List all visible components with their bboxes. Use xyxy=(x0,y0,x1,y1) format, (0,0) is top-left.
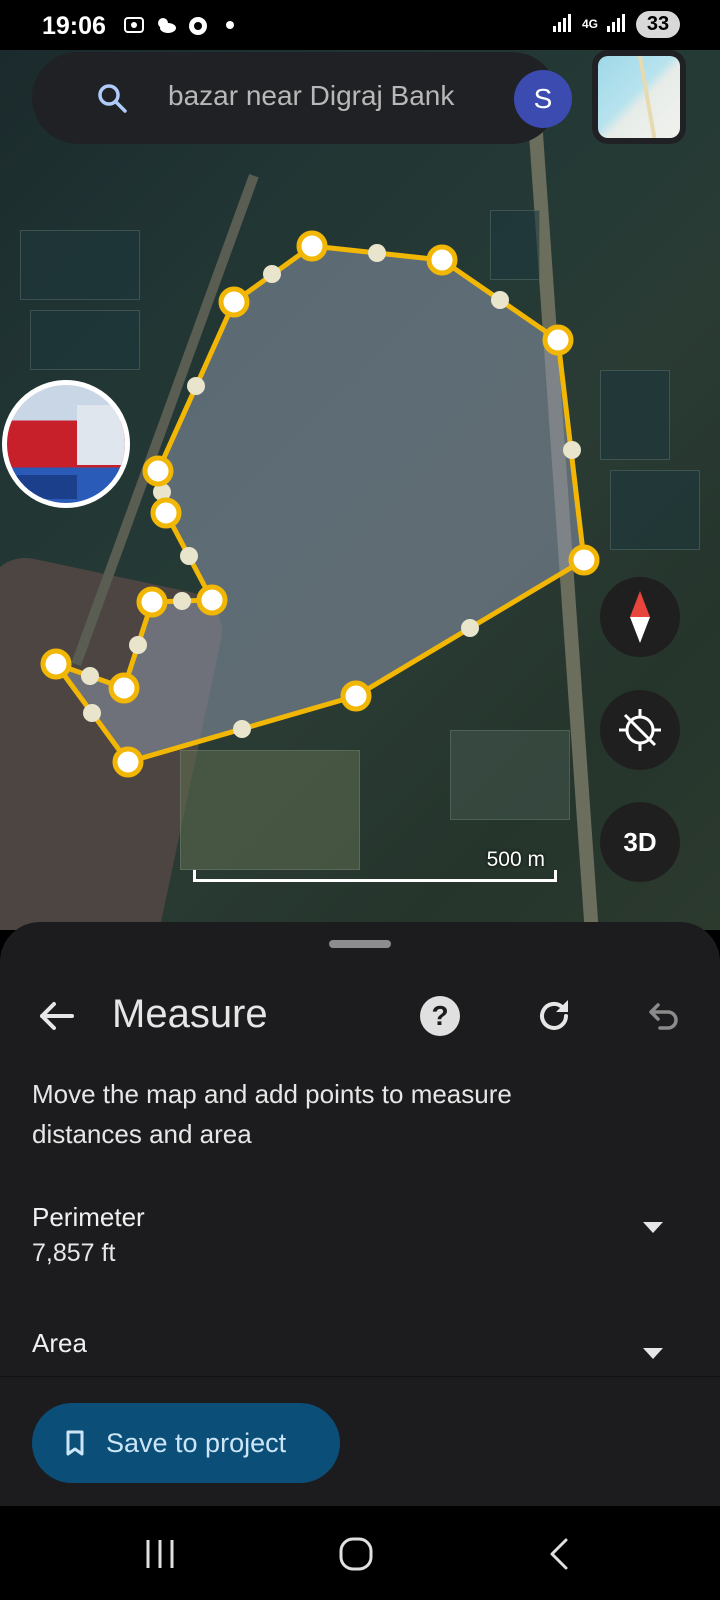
chevron-down-icon[interactable] xyxy=(642,1346,664,1360)
chevron-down-icon[interactable] xyxy=(642,1220,664,1234)
location-disabled-icon xyxy=(619,709,661,751)
refresh-icon xyxy=(540,1000,568,1030)
undo-icon xyxy=(649,1003,678,1030)
chevron-left-icon xyxy=(550,1538,568,1570)
save-to-project-button[interactable]: Save to project xyxy=(32,1403,340,1483)
system-nav-bar xyxy=(0,1506,720,1600)
battery-level: 33 xyxy=(636,11,680,38)
avatar[interactable]: S xyxy=(514,70,572,128)
satellite-map[interactable]: 500 m xyxy=(0,50,720,930)
save-label: Save to project xyxy=(106,1427,287,1458)
compass-button[interactable] xyxy=(600,577,680,657)
screenshot-icon xyxy=(122,13,146,37)
compass-icon xyxy=(630,591,650,643)
measure-instructions: Move the map and add points to measure d… xyxy=(32,1079,512,1149)
app-notification-icon xyxy=(186,13,210,37)
map-scale: 500 m xyxy=(193,848,557,886)
scale-bar xyxy=(193,870,557,882)
signal-icon-2 xyxy=(606,11,628,38)
map-layers-button[interactable] xyxy=(592,50,686,144)
reset-button[interactable] xyxy=(532,994,576,1038)
signal-icon xyxy=(552,11,574,38)
map-layers-thumbnail xyxy=(598,56,680,138)
drag-handle[interactable] xyxy=(329,940,391,948)
status-bar: 19:06 4G 33 xyxy=(0,0,720,50)
status-time: 19:06 xyxy=(42,12,106,40)
scale-label: 500 m xyxy=(486,848,545,871)
undo-button[interactable] xyxy=(642,996,682,1036)
status-right: 4G 33 xyxy=(552,11,680,38)
home-button[interactable] xyxy=(336,1534,376,1574)
sheet-footer: Save to project xyxy=(0,1376,720,1506)
perimeter-value: 7,857 ft xyxy=(32,1239,116,1267)
back-nav-button[interactable] xyxy=(540,1534,580,1574)
search-bar[interactable]: bazar near Digraj Bank S xyxy=(32,52,572,144)
search-icon xyxy=(94,80,130,116)
bookmark-icon xyxy=(66,1430,84,1456)
3d-toggle-button[interactable]: 3D xyxy=(600,802,680,882)
network-type: 4G xyxy=(581,17,598,31)
sheet-header: Measure ? xyxy=(0,982,720,1052)
home-icon xyxy=(339,1537,373,1571)
back-button[interactable] xyxy=(34,994,78,1038)
help-button[interactable]: ? xyxy=(420,996,460,1036)
perimeter-row[interactable]: Perimeter 7,857 ft xyxy=(32,1202,682,1268)
recent-apps-button[interactable] xyxy=(140,1534,180,1574)
sheet-title: Measure xyxy=(112,992,268,1036)
search-query[interactable]: bazar near Digraj Bank xyxy=(168,80,490,112)
street-view-thumbnail[interactable] xyxy=(2,380,130,508)
area-label: Area xyxy=(32,1328,87,1358)
arrow-left-icon xyxy=(40,1002,74,1030)
weather-icon xyxy=(154,13,178,37)
notification-icons xyxy=(122,13,242,37)
my-location-button[interactable] xyxy=(600,690,680,770)
dot-icon xyxy=(218,13,242,37)
recent-apps-icon xyxy=(146,1540,174,1568)
perimeter-label: Perimeter xyxy=(32,1202,145,1232)
